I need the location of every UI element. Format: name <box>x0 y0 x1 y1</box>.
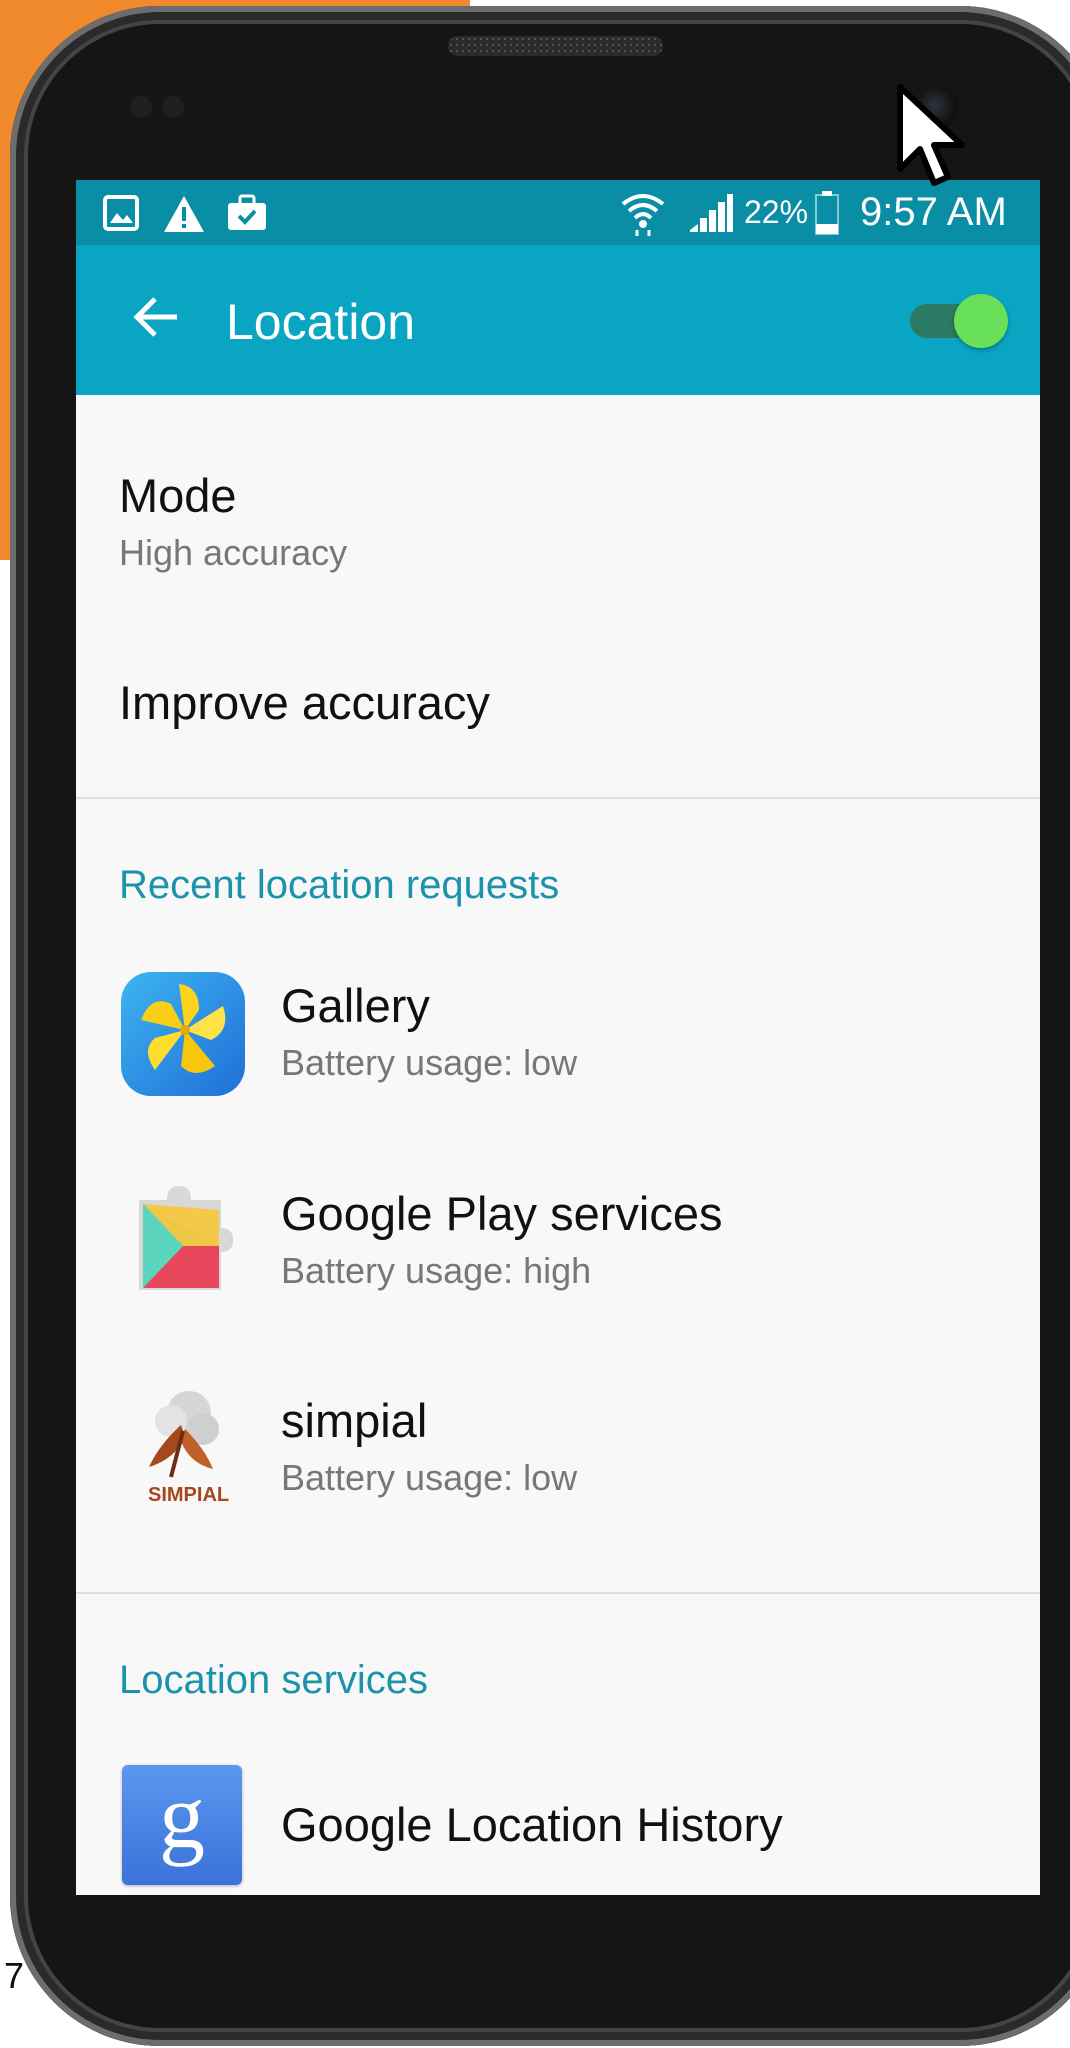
app-row-google-play-services[interactable]: Google Play services Battery usage: high <box>76 1178 1040 1368</box>
app-battery-usage: Battery usage: low <box>281 1042 578 1083</box>
page-title: Location <box>226 294 416 350</box>
mode-title[interactable]: Mode <box>119 468 237 523</box>
gallery-app-icon <box>121 972 245 1096</box>
proximity-sensor <box>130 96 152 118</box>
mode-subtitle: High accuracy <box>119 532 348 573</box>
location-services-header: Location services <box>119 1658 429 1702</box>
app-bar: Location <box>76 245 1040 395</box>
service-row-google-location-history[interactable]: g Google Location History <box>76 1765 1040 1895</box>
improve-accuracy-item[interactable]: Improve accuracy <box>119 675 490 730</box>
warning-icon <box>164 196 204 232</box>
location-toggle[interactable] <box>902 290 1012 350</box>
app-row-gallery[interactable]: Gallery Battery usage: low <box>76 970 1040 1160</box>
app-battery-usage: Battery usage: low <box>281 1457 578 1498</box>
briefcase-check-icon <box>228 194 266 230</box>
light-sensor <box>162 96 184 118</box>
battery-percent: 22% <box>744 194 809 230</box>
app-name: Gallery <box>281 979 430 1032</box>
toggle-thumb <box>954 294 1008 348</box>
simpial-icon-caption: SIMPIAL <box>148 1484 230 1506</box>
gallery-icon <box>103 195 139 231</box>
arrow-left-icon <box>133 297 177 337</box>
app-battery-usage: Battery usage: high <box>281 1250 592 1291</box>
earpiece-speaker <box>448 36 663 56</box>
app-row-simpial[interactable]: SIMPIAL simpial Battery usage: low <box>76 1385 1040 1575</box>
service-name: Google Location History <box>281 1798 783 1851</box>
mouse-cursor-icon <box>897 84 965 186</box>
google-play-services-icon <box>139 1186 233 1290</box>
signal-icon <box>690 194 733 232</box>
divider <box>76 797 1040 799</box>
phone-screen: 22% 9:57 AM Location Mode High accuracy … <box>76 180 1040 1895</box>
battery-icon <box>815 191 839 235</box>
wifi-icon <box>621 194 665 236</box>
page-number: 7 <box>4 1955 25 1996</box>
google-g-icon: g <box>122 1765 242 1885</box>
status-time: 9:57 AM <box>860 190 1007 234</box>
google-g-letter: g <box>159 1765 205 1867</box>
divider <box>76 1592 1040 1594</box>
recent-requests-header: Recent location requests <box>119 863 560 907</box>
back-button[interactable] <box>124 285 188 349</box>
app-name: simpial <box>281 1394 428 1447</box>
app-name: Google Play services <box>281 1187 723 1240</box>
